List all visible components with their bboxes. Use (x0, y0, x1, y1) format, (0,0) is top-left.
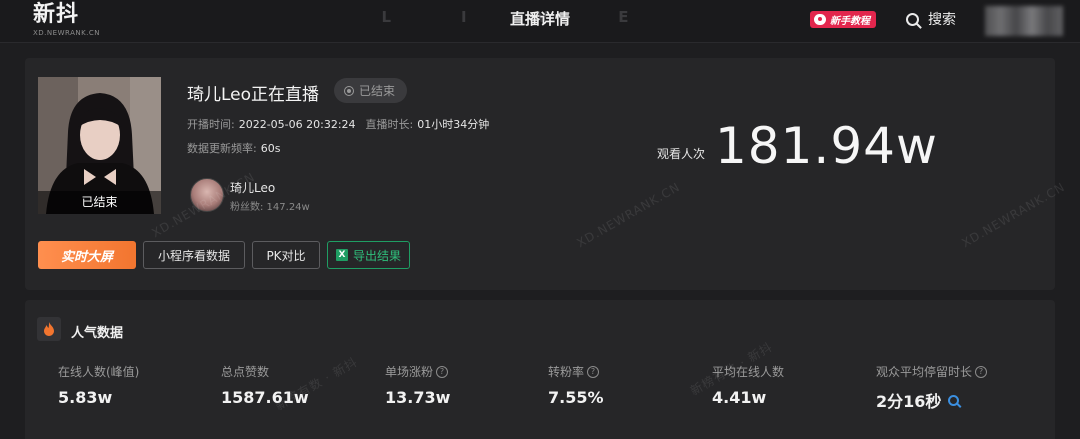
user-avatar[interactable] (985, 6, 1063, 36)
metric-label: 观众平均停留时长 (876, 365, 973, 379)
metric-label: 单场涨粉 (385, 365, 434, 379)
metric-label: 总点赞数 (221, 365, 270, 379)
refresh-label: 数据更新频率: (187, 142, 257, 155)
top-bar: 新抖 XD.NEWRANK.CN LIVE 直播详情 新手教程 搜索 (0, 0, 1080, 43)
metric-value: 13.73w (385, 388, 451, 407)
metric-value: 2分16秒 (876, 392, 942, 411)
fire-icon (37, 317, 61, 341)
live-info-card: 已结束 琦儿Leo正在直播 已结束 开播时间: 2022-05-06 20:32:… (25, 58, 1067, 290)
start-time-value: 2022-05-06 20:32:24 (238, 118, 356, 131)
help-icon[interactable]: ? (587, 365, 600, 378)
views-label: 观看人次 (657, 147, 706, 161)
tutorial-label: 新手教程 (830, 16, 870, 27)
stream-title: 琦儿Leo正在直播 (187, 85, 320, 105)
refresh-value: 60s (260, 142, 281, 155)
live-cover-image[interactable]: 已结束 (38, 77, 161, 214)
search-icon (906, 12, 919, 26)
export-button[interactable]: X 导出结果 (327, 241, 410, 269)
help-icon[interactable]: ? (436, 365, 449, 378)
refresh-row: 数据更新频率: 60s (187, 140, 280, 156)
pk-compare-button[interactable]: PK对比 (252, 241, 320, 269)
views-value: 181.94w (715, 117, 938, 175)
metric-value: 7.55% (548, 388, 604, 407)
logo-subtitle: XD.NEWRANK.CN (33, 29, 101, 37)
status-badge: 已结束 (334, 78, 408, 103)
duration-label: 直播时长: (365, 118, 414, 131)
start-time-label: 开播时间: (187, 118, 235, 131)
metric-peak-online: 在线人数(峰值) 5.83w (58, 363, 139, 407)
host-fans-count: 粉丝数: 147.24w (230, 202, 310, 213)
watermark: XD.NEWRANK.CN (574, 179, 683, 251)
metric-avg-stay: 观众平均停留时长? 2分16秒 (876, 363, 988, 412)
tutorial-button[interactable]: 新手教程 (810, 11, 876, 28)
realtime-screen-button[interactable]: 实时大屏 (38, 241, 136, 269)
search-label: 搜索 (928, 12, 956, 28)
metric-label: 在线人数(峰值) (58, 365, 140, 379)
section-title: 人气数据 (71, 326, 124, 341)
time-row: 开播时间: 2022-05-06 20:32:24 直播时长: 01小时34分钟 (187, 116, 489, 132)
tutorial-icon (814, 14, 826, 25)
watermark: XD.NEWRANK.CN (959, 179, 1068, 251)
ended-icon (344, 85, 354, 96)
help-icon[interactable]: ? (975, 365, 988, 378)
excel-icon: X (335, 249, 348, 261)
metric-value: 5.83w (58, 388, 113, 407)
export-label: 导出结果 (352, 248, 401, 263)
metric-conversion-rate: 转粉率? 7.55% (548, 363, 604, 407)
duration-value: 01小时34分钟 (417, 118, 490, 131)
cover-status-label: 已结束 (38, 191, 161, 214)
search-button[interactable]: 搜索 (906, 9, 956, 29)
status-label: 已结束 (359, 84, 396, 98)
metric-value: 4.41w (712, 388, 767, 407)
zoom-icon[interactable] (948, 394, 960, 406)
miniprogram-button[interactable]: 小程序看数据 (143, 241, 245, 269)
popularity-card: 人气数据 在线人数(峰值) 5.83w 总点赞数 1587.61w 单场涨粉? … (25, 300, 1055, 439)
metric-label: 转粉率 (548, 365, 585, 379)
metric-fans-gained: 单场涨粉? 13.73w (385, 363, 450, 407)
